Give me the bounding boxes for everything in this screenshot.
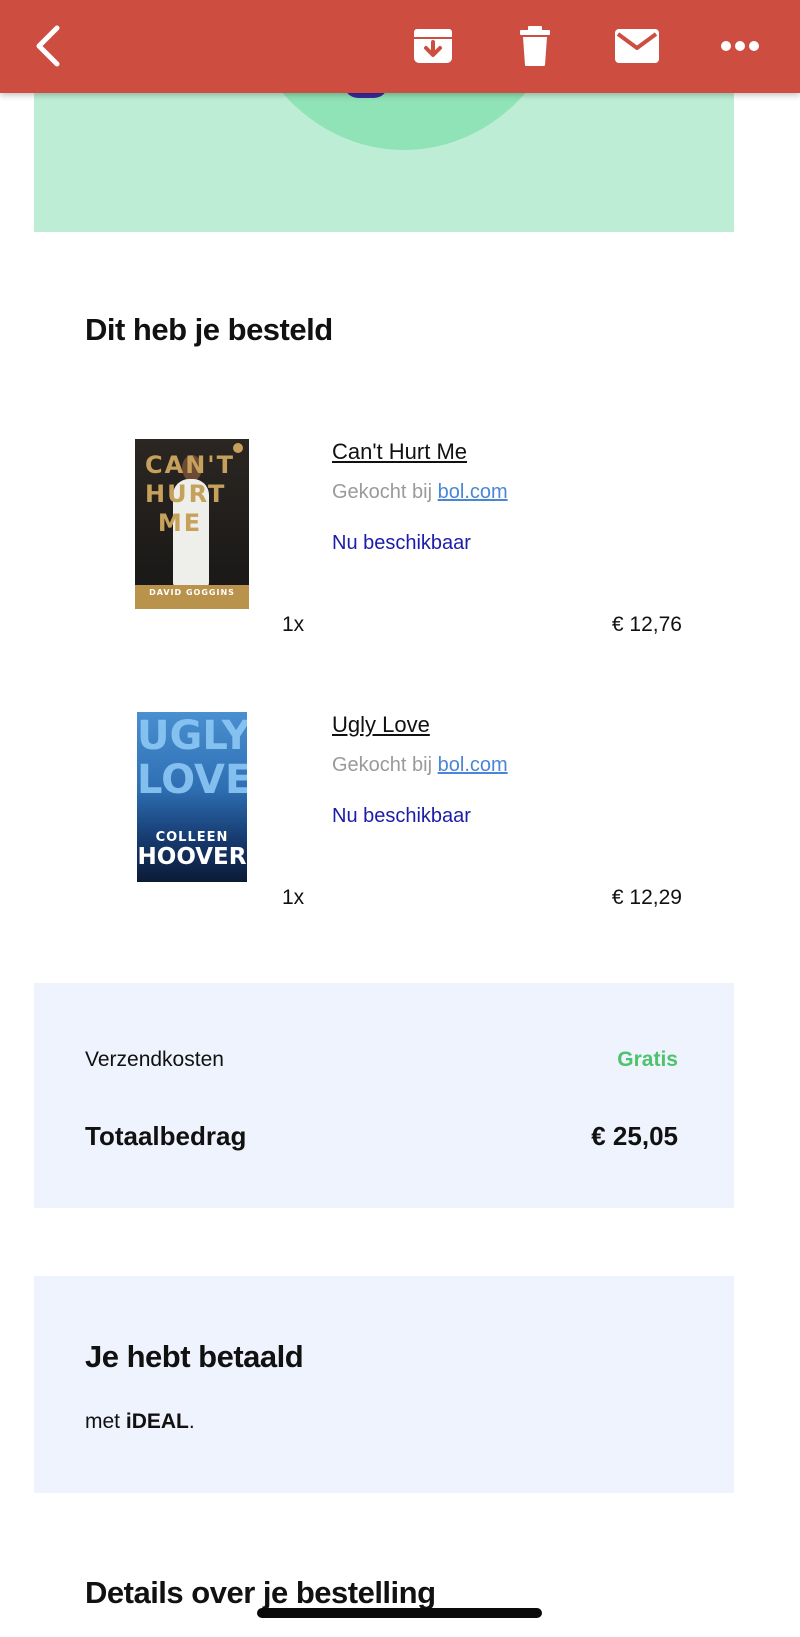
book-cover-image[interactable]: UGLY LOVE COLLEEN HOOVER (137, 712, 247, 882)
more-dots-icon (721, 41, 759, 51)
total-value: € 25,05 (591, 1121, 678, 1151)
total-label: Totaalbedrag (85, 1121, 247, 1151)
payment-method-name: iDEAL (125, 1410, 189, 1433)
home-indicator[interactable] (257, 1608, 542, 1618)
cover-title: CAN'T HURT ME (145, 451, 235, 537)
seller-prefix: Gekocht bij (332, 481, 433, 503)
trash-icon (520, 26, 550, 66)
order-item: UGLY LOVE COLLEEN HOOVER Ugly Love Gekoc… (0, 712, 800, 922)
item-availability: Nu beschikbaar (332, 532, 471, 554)
delete-button[interactable] (505, 16, 565, 76)
more-options-button[interactable] (710, 16, 770, 76)
book-cover-image[interactable]: CAN'T HURT ME DAVID GOGGINS (135, 439, 249, 609)
payment-method: met iDEAL. (85, 1410, 195, 1434)
payment-suffix: . (188, 1410, 195, 1433)
shipping-value: Gratis (617, 1048, 678, 1071)
mark-unread-button[interactable] (607, 16, 667, 76)
payment-prefix: met (85, 1410, 121, 1433)
details-heading: Details over je bestelling (85, 1575, 436, 1610)
item-quantity: 1x (282, 613, 305, 636)
top-toolbar (0, 0, 800, 93)
archive-button[interactable] (403, 16, 463, 76)
payment-section: Je hebt betaald met iDEAL. (34, 1276, 734, 1493)
item-title-link[interactable]: Can't Hurt Me (332, 439, 467, 465)
item-seller: Gekocht bij bol.com (332, 481, 508, 504)
cover-author-band: DAVID GOGGINS (135, 585, 249, 609)
item-title-link[interactable]: Ugly Love (332, 712, 430, 738)
order-summary: Verzendkosten Gratis Totaalbedrag € 25,0… (34, 983, 734, 1208)
order-item: CAN'T HURT ME DAVID GOGGINS Can't Hurt M… (0, 439, 800, 649)
cover-title: UGLY LOVE (137, 713, 247, 803)
mail-icon (615, 29, 659, 63)
archive-icon (414, 29, 452, 63)
item-price: € 12,76 (611, 613, 682, 636)
back-button[interactable] (18, 16, 78, 76)
chevron-left-icon (36, 25, 60, 67)
payment-heading: Je hebt betaald (85, 1339, 304, 1374)
item-price: € 12,29 (611, 886, 682, 909)
seller-prefix: Gekocht bij (332, 754, 433, 776)
item-quantity: 1x (282, 886, 305, 909)
cover-author-last: HOOVER (137, 844, 247, 870)
shipping-label: Verzendkosten (85, 1048, 224, 1071)
cover-author: DAVID GOGGINS (149, 588, 235, 597)
cover-author-first: COLLEEN (155, 830, 229, 845)
item-seller: Gekocht bij bol.com (332, 754, 508, 777)
order-heading: Dit heb je besteld (85, 312, 333, 347)
seller-link[interactable]: bol.com (438, 481, 508, 503)
seller-link[interactable]: bol.com (438, 754, 508, 776)
item-availability: Nu beschikbaar (332, 805, 471, 827)
